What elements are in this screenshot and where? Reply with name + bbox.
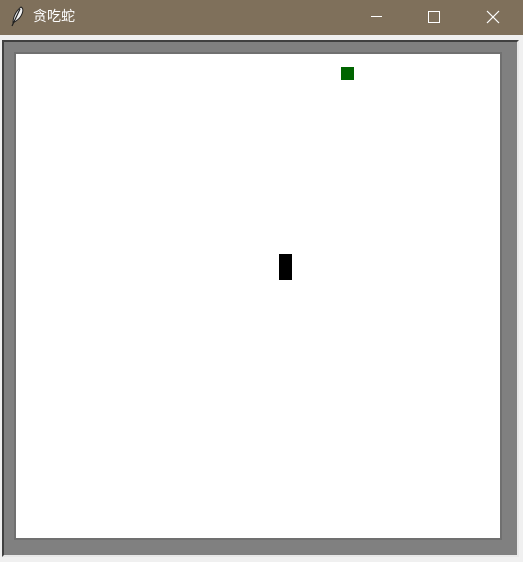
snake-segment xyxy=(279,267,292,280)
maximize-icon xyxy=(428,11,440,23)
title-bar[interactable]: 贪吃蛇 xyxy=(0,0,523,35)
game-board[interactable] xyxy=(14,52,502,540)
snake-segment xyxy=(279,254,292,267)
food-square xyxy=(341,67,354,80)
close-icon xyxy=(486,10,500,24)
window-title: 贪吃蛇 xyxy=(33,9,75,25)
minimize-icon xyxy=(371,16,382,17)
feather-icon xyxy=(8,6,26,28)
game-window: 贪吃蛇 xyxy=(0,0,523,562)
close-button[interactable] xyxy=(470,0,516,35)
maximize-button[interactable] xyxy=(411,0,457,35)
minimize-button[interactable] xyxy=(353,0,399,35)
